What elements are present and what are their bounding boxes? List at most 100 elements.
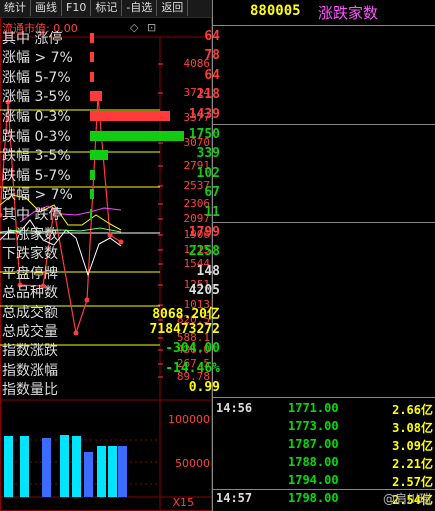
volume-unit-label: X15: [172, 496, 194, 509]
volume-bar: [97, 446, 106, 497]
volume-bar: [118, 446, 127, 497]
summary-row: 指数涨幅 -14.46%: [0, 360, 221, 379]
up_stats-value: 64: [204, 67, 220, 83]
tick-price: 1773.00: [288, 419, 339, 433]
down_stats-bar: [90, 150, 109, 161]
summary-label: 下跌家数: [2, 246, 58, 263]
summary-value: 1799: [188, 225, 220, 240]
watermark: @肩川瑞: [382, 492, 431, 506]
summary-row: 指数量比 0.99: [0, 379, 221, 398]
down_stats-row: 其中 跌停 11: [0, 204, 221, 223]
summary-row: 指数涨跌 -304.00: [0, 340, 221, 359]
up_stats-row: 其中 涨停 64: [0, 28, 221, 47]
tick-time: 14:56: [216, 401, 253, 415]
summary-value: 148: [196, 263, 220, 279]
tick-price: 1794.00: [288, 473, 339, 487]
divider: [213, 25, 435, 26]
up_stats-value: 218: [196, 87, 220, 103]
up_stats-row: 涨幅 0-3% 1439: [0, 106, 221, 125]
summary-label: 总成交额: [2, 304, 58, 321]
tick-amount: 3.08亿: [392, 421, 433, 435]
down_stats-value: 11: [204, 204, 220, 220]
summary-value: 4205: [188, 283, 220, 299]
up_stats-label: 涨幅 0-3%: [2, 108, 71, 125]
down_stats-label: 其中 跌停: [2, 206, 63, 223]
up_stats-bar: [90, 91, 103, 102]
summary-row: 平盘停牌 148: [0, 263, 221, 282]
divider: [213, 397, 435, 398]
up_stats-value: 64: [204, 29, 220, 44]
summary-row: 下跌家数 2258: [0, 243, 221, 262]
summary-row: 上涨家数 1799: [0, 224, 221, 243]
tick-price: 1788.00: [288, 455, 339, 469]
up_stats-row: 涨幅 3-5% 218: [0, 86, 221, 105]
volume-bar: [42, 438, 51, 497]
summary-row: 总品种数 4205: [0, 282, 221, 301]
down_stats-row: 跌幅 > 7% 67: [0, 184, 221, 203]
up_stats-row: 涨幅 5-7% 64: [0, 67, 221, 86]
down_stats-value: 67: [204, 185, 220, 201]
volume-bar: [84, 452, 93, 497]
tick-amount: 2.66亿: [392, 403, 433, 417]
index-code: 880005: [250, 3, 301, 19]
up_stats-label: 涨幅 5-7%: [2, 69, 71, 86]
down_stats-label: 跌幅 0-3%: [2, 129, 71, 145]
up_stats-value: 78: [204, 48, 220, 64]
summary-value: 2258: [188, 244, 220, 260]
up_stats-row: 涨幅 > 7% 78: [0, 47, 221, 66]
summary-label: 指数涨跌: [2, 343, 58, 360]
summary-value: 718473272: [149, 322, 220, 337]
tick-amount: 2.21亿: [392, 457, 433, 471]
tick-row: 1788.00 2.21亿: [214, 455, 435, 473]
up_stats-bar: [90, 33, 94, 43]
up_stats-bar: [90, 110, 170, 121]
down_stats-bar: [90, 131, 184, 141]
up_stats-label: 涨幅 3-5%: [2, 89, 71, 106]
tick-row: 1787.00 3.09亿: [214, 437, 435, 455]
down_stats-label: 跌幅 > 7%: [2, 187, 73, 204]
summary-row: 总成交量 718473272: [0, 321, 221, 340]
tick-time: 14:57: [216, 491, 253, 505]
summary-label: 总品种数: [2, 285, 58, 302]
up_stats-label: 涨幅 > 7%: [2, 50, 73, 67]
summary-label: 指数量比: [2, 382, 58, 399]
down_stats-bar: [90, 169, 96, 180]
volume-bar: [72, 436, 81, 497]
divider: [213, 124, 435, 125]
summary-value: 8068.20亿: [152, 306, 220, 322]
volume-bar: [20, 436, 29, 497]
summary-label: 平盘停牌: [2, 265, 58, 282]
up_stats-bar: [90, 71, 94, 82]
volume-axis-label: 100000: [168, 413, 210, 426]
down_stats-label: 跌幅 5-7%: [2, 167, 71, 184]
down_stats-row: 跌幅 3-5% 339: [0, 145, 221, 164]
summary-label: 上涨家数: [2, 227, 58, 243]
down_stats-row: 跌幅 0-3% 1750: [0, 126, 221, 145]
summary-label: 指数涨幅: [2, 362, 58, 379]
down_stats-value: 339: [196, 146, 220, 162]
summary-value: -304.00: [165, 341, 220, 357]
volume-bar: [60, 435, 69, 497]
tick-row: 1773.00 3.08亿: [214, 419, 435, 437]
divider: [213, 222, 435, 223]
tick-amount: 3.09亿: [392, 439, 433, 453]
volume-bar: [108, 446, 117, 497]
down_stats-bar: [90, 208, 92, 219]
down_stats-value: 102: [196, 165, 220, 181]
tick-amount: 2.57亿: [392, 475, 433, 489]
summary-value: -14.46%: [165, 360, 220, 376]
up_stats-bar: [90, 52, 95, 63]
index-header: 880005 涨跌家数: [214, 0, 435, 24]
tick-row: 14:56 1771.00 2.66亿: [214, 401, 435, 419]
volume-axis-label: 50000: [175, 457, 210, 470]
down_stats-row: 跌幅 5-7% 102: [0, 165, 221, 184]
tick-price: 1798.00: [288, 491, 339, 505]
summary-row: 总成交额 8068.20亿: [0, 302, 221, 322]
up_stats-label: 其中 涨停: [2, 31, 63, 47]
summary-label: 总成交量: [2, 324, 58, 340]
down_stats-bar: [90, 189, 94, 200]
index-name: 涨跌家数: [318, 4, 379, 22]
down_stats-label: 跌幅 3-5%: [2, 148, 71, 165]
down_stats-value: 1750: [188, 127, 220, 142]
summary-value: 0.99: [188, 380, 220, 396]
